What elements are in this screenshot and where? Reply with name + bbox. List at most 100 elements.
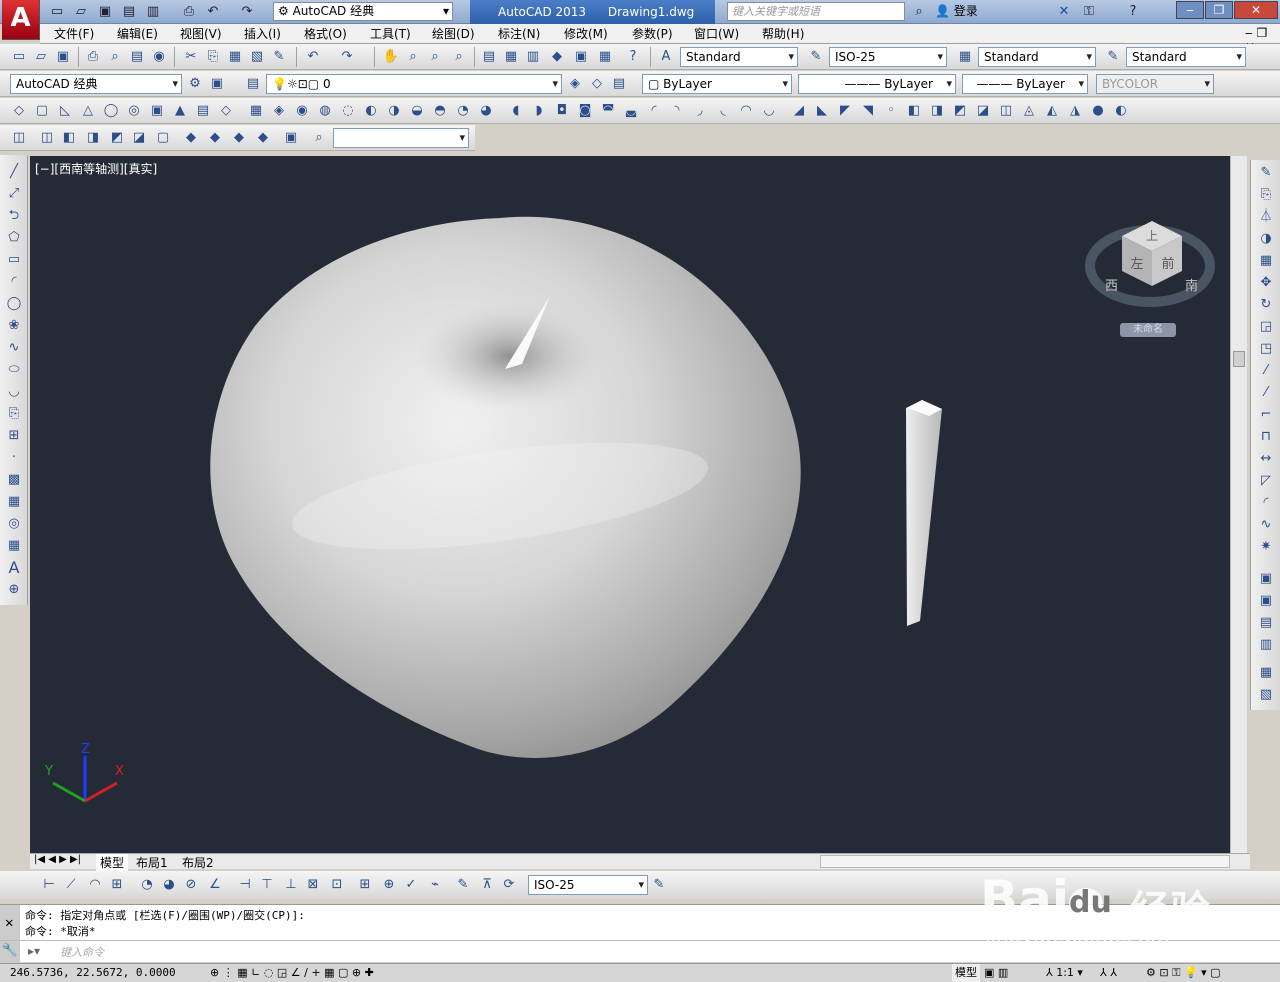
- modeling-tool-44-icon[interactable]: ◭: [1043, 102, 1061, 120]
- mleader-style-icon[interactable]: ✎: [1104, 48, 1122, 66]
- stretch-icon[interactable]: ◳: [1256, 340, 1276, 358]
- dim-style-select[interactable]: ISO-25: [829, 47, 947, 67]
- hatch-back-icon[interactable]: ▧: [1256, 686, 1276, 704]
- menu-help[interactable]: 帮助(H): [762, 24, 804, 44]
- modeling-tool-30-icon[interactable]: ◟: [714, 102, 732, 120]
- color-select[interactable]: ▢ ByLayer: [642, 74, 792, 94]
- line-icon[interactable]: ╱: [4, 163, 24, 181]
- plot-preview-icon[interactable]: ⌕: [106, 48, 124, 66]
- workspace-status-icons[interactable]: ⚙ ⊡ ⚿ 💡 ▾ ▢: [1146, 964, 1221, 982]
- modeling-tool-4-icon[interactable]: ◯: [102, 102, 120, 120]
- named-view-button[interactable]: 未命名: [1120, 323, 1176, 337]
- new-file-icon[interactable]: ▭: [48, 3, 66, 21]
- viewcube-front[interactable]: 前: [1161, 256, 1174, 272]
- modeling-tool-36-icon[interactable]: ◥: [859, 102, 877, 120]
- menu-dimension[interactable]: 标注(N): [498, 24, 540, 44]
- add-selected-icon[interactable]: ⊕: [4, 581, 24, 599]
- help-icon[interactable]: ?: [624, 48, 642, 66]
- viewcube-top[interactable]: 上: [1146, 229, 1158, 243]
- dim-style-control[interactable]: ISO-25: [528, 875, 648, 895]
- send-under-icon[interactable]: ▥: [1256, 636, 1276, 654]
- spot-light-icon[interactable]: ◆: [230, 129, 248, 147]
- trim-icon[interactable]: ⁄: [1256, 362, 1276, 380]
- modeling-tool-31-icon[interactable]: ◠: [737, 102, 755, 120]
- explode-icon[interactable]: ✷: [1256, 538, 1276, 556]
- modeling-tool-7-icon[interactable]: ▲: [171, 102, 189, 120]
- modeling-tool-2-icon[interactable]: ◺: [56, 102, 74, 120]
- ellipse-arc-icon[interactable]: ◡: [4, 383, 24, 401]
- menu-window[interactable]: 窗口(W): [694, 24, 739, 44]
- point-light-icon[interactable]: ◆: [206, 129, 224, 147]
- diameter-icon[interactable]: ⊘: [182, 876, 200, 894]
- save-icon[interactable]: ▣: [54, 48, 72, 66]
- circle-icon[interactable]: ◯: [4, 295, 24, 313]
- modeling-tool-5-icon[interactable]: ◎: [125, 102, 143, 120]
- array-icon[interactable]: ▦: [1256, 252, 1276, 270]
- modeling-tool-6-icon[interactable]: ▣: [148, 102, 166, 120]
- hatch-icon[interactable]: ▩: [4, 471, 24, 489]
- region-icon[interactable]: ◎: [4, 515, 24, 533]
- layer-previous-icon[interactable]: ◇: [588, 75, 606, 93]
- make-block-icon[interactable]: ⊞: [4, 427, 24, 445]
- angular-icon[interactable]: ∠: [206, 876, 224, 894]
- text-style-icon[interactable]: A: [657, 48, 675, 66]
- modeling-tool-27-icon[interactable]: ◜: [645, 102, 663, 120]
- vertical-scroll-thumb[interactable]: [1233, 351, 1245, 367]
- drafting-toggles[interactable]: ⊕ ⋮ ▦ ∟ ◌ ◲ ∠ ∕ + ▦ ▢ ⊕ ✚: [210, 964, 374, 982]
- tab-layout2[interactable]: 布局2: [182, 854, 214, 871]
- design-center-icon[interactable]: ▦: [502, 48, 520, 66]
- properties-icon[interactable]: ▤: [480, 48, 498, 66]
- break-dim-icon[interactable]: ⊡: [328, 876, 346, 894]
- viewport-controls-label[interactable]: [−][西南等轴测][真实]: [35, 160, 157, 177]
- open-icon[interactable]: ▱: [32, 48, 50, 66]
- center-mark-icon[interactable]: ⊕: [380, 876, 398, 894]
- make-current-layer-icon[interactable]: ◈: [566, 75, 584, 93]
- modeling-tool-41-icon[interactable]: ◪: [974, 102, 992, 120]
- zoom-realtime-icon[interactable]: ⌕: [404, 48, 422, 66]
- modeling-tool-10-icon[interactable]: ▦: [247, 102, 265, 120]
- horizontal-scrollbar[interactable]: [820, 855, 1230, 868]
- revision-cloud-icon[interactable]: ❀: [4, 317, 24, 335]
- modeling-tool-15-icon[interactable]: ◐: [362, 102, 380, 120]
- aligned-dim-icon[interactable]: ⟋: [62, 876, 80, 894]
- print-icon[interactable]: ⎙: [180, 3, 198, 21]
- menu-modify[interactable]: 修改(M): [564, 24, 608, 44]
- exchange-icon[interactable]: ✕: [1055, 3, 1073, 21]
- modeling-tool-26-icon[interactable]: ◛: [622, 102, 640, 120]
- table-style-select[interactable]: Standard: [978, 47, 1096, 67]
- maximize-button[interactable]: ❐: [1205, 1, 1233, 19]
- modeling-tool-45-icon[interactable]: ◮: [1066, 102, 1084, 120]
- modeling-tool-47-icon[interactable]: ◐: [1112, 102, 1130, 120]
- tool-palettes-icon[interactable]: ▥: [524, 48, 542, 66]
- tab-layout1[interactable]: 布局1: [136, 854, 168, 871]
- model-space-button[interactable]: 模型: [952, 964, 980, 982]
- linear-dim-icon[interactable]: ⊢: [40, 876, 58, 894]
- plot-icon[interactable]: ⎙: [84, 48, 102, 66]
- move-icon[interactable]: ✥: [1256, 274, 1276, 292]
- modeling-tool-23-icon[interactable]: ◘: [553, 102, 571, 120]
- continue-icon[interactable]: ⊥: [282, 876, 300, 894]
- dim-text-edit-icon[interactable]: ⊼: [478, 876, 496, 894]
- annotation-scale[interactable]: ⅄ 1:1 ▾: [1046, 964, 1083, 982]
- modeling-tool-12-icon[interactable]: ◉: [293, 102, 311, 120]
- publish-icon[interactable]: ▤: [128, 48, 146, 66]
- help-icon[interactable]: ?: [1124, 3, 1142, 21]
- blend-icon[interactable]: ∿: [1256, 516, 1276, 534]
- layout-icons[interactable]: ▣ ▥: [984, 964, 1008, 982]
- modeling-tool-38-icon[interactable]: ◧: [905, 102, 923, 120]
- ordinate-icon[interactable]: ⊞: [108, 876, 126, 894]
- redo-icon[interactable]: ↷: [338, 48, 356, 66]
- modeling-tool-0-icon[interactable]: ◇: [10, 102, 28, 120]
- copy-icon[interactable]: ⎘: [204, 48, 222, 66]
- point-icon[interactable]: ·: [4, 449, 24, 467]
- modeling-tool-33-icon[interactable]: ◢: [790, 102, 808, 120]
- command-input[interactable]: 键入命令: [60, 944, 104, 960]
- mleader-style-select[interactable]: Standard: [1126, 47, 1246, 67]
- 3d-wireframe-icon[interactable]: ◫: [38, 129, 56, 147]
- quick-dim-icon[interactable]: ⊣: [236, 876, 254, 894]
- workspace-settings-icon[interactable]: ⚙: [186, 75, 204, 93]
- xray-icon[interactable]: ▢: [154, 129, 172, 147]
- match-properties-icon[interactable]: ▧: [248, 48, 266, 66]
- gradient-icon[interactable]: ▦: [4, 493, 24, 511]
- text-front-icon[interactable]: ▦: [1256, 664, 1276, 682]
